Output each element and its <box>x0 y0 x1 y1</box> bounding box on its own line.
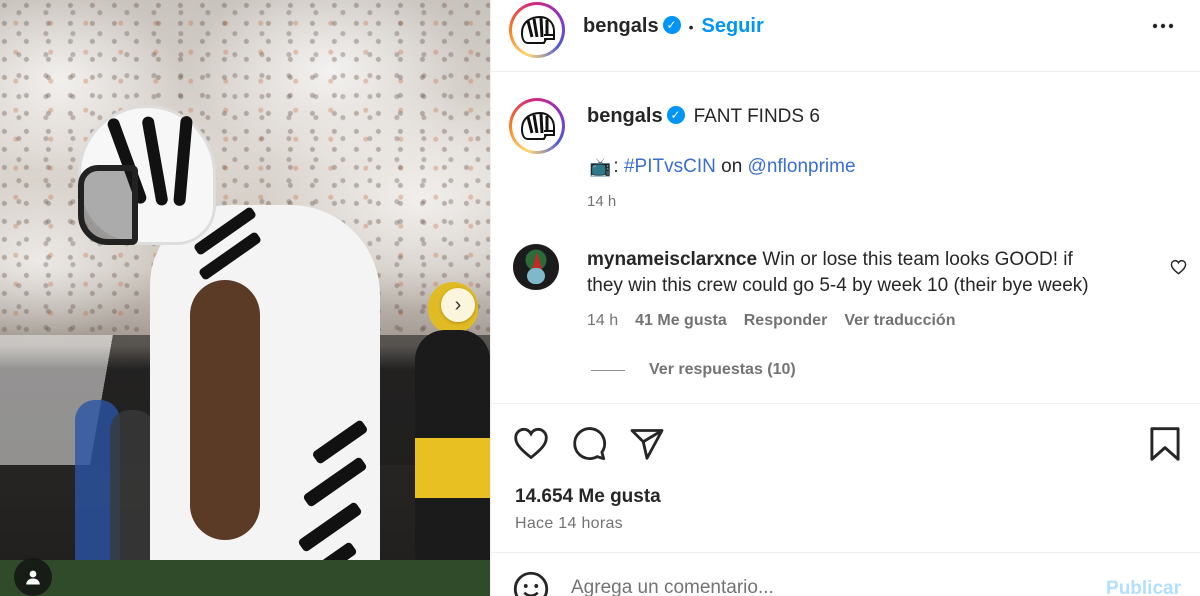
commenter-username[interactable]: mynameisclarxnce <box>587 249 757 270</box>
bengals-helmet-logo-icon <box>520 15 555 44</box>
caption-colon: : <box>613 156 619 177</box>
hashtag-link[interactable]: #PITvsCIN <box>624 156 716 178</box>
save-bookmark-icon[interactable] <box>1149 426 1181 462</box>
tv-icon: 📺 <box>589 156 612 177</box>
post-actions: 14.654 Me gusta Hace 14 horas <box>491 403 1200 553</box>
add-comment-bar: Publicar <box>491 552 1200 596</box>
tagged-users-button[interactable] <box>14 558 52 596</box>
comment-like-heart-icon[interactable] <box>1170 259 1187 280</box>
caption-username[interactable]: bengals <box>587 105 663 128</box>
follow-button[interactable]: Seguir <box>701 15 763 38</box>
replies-divider <box>591 369 625 371</box>
header-user-line: bengals ✓ • Seguir <box>583 15 764 38</box>
dot-separator: • <box>688 18 694 35</box>
person-icon <box>26 570 40 585</box>
verified-badge-icon: ✓ <box>666 105 685 124</box>
bengals-helmet-logo-icon <box>520 111 555 140</box>
comment-timestamp[interactable]: 14 h <box>587 312 618 330</box>
post-timestamp[interactable]: Hace 14 horas <box>515 515 623 533</box>
chevron-right-icon: › <box>454 293 462 316</box>
comment-bubble-icon[interactable] <box>571 426 607 462</box>
caption-line: bengals ✓ FANT FINDS 6 <box>587 105 820 128</box>
see-translation-button[interactable]: Ver traducción <box>844 312 955 330</box>
header-username[interactable]: bengals <box>583 15 659 38</box>
player-facemask <box>78 165 138 245</box>
verified-badge-icon: ✓ <box>662 15 681 34</box>
reply-button[interactable]: Responder <box>744 312 828 330</box>
post-side-panel: bengals ✓ • Seguir bengals ✓ FANT FINDS … <box>490 0 1200 596</box>
more-options-icon[interactable] <box>1151 14 1175 44</box>
like-heart-icon[interactable] <box>513 426 549 462</box>
background-person <box>110 410 155 580</box>
post-header: bengals ✓ • Seguir <box>491 0 1200 72</box>
turf <box>0 560 490 596</box>
publish-button[interactable]: Publicar <box>1106 578 1181 596</box>
comment-likes-count[interactable]: 41 Me gusta <box>635 312 727 330</box>
comment-body: mynameisclarxnce Win or lose this team l… <box>587 247 1107 299</box>
comment-input[interactable] <box>571 575 1091 596</box>
caption-line-2: 📺 : #PITvsCIN on @nflonprime <box>589 156 856 178</box>
mention-link[interactable]: @nflonprime <box>748 156 856 178</box>
comment-meta: 14 h 41 Me gusta Responder Ver traducció… <box>587 312 955 330</box>
share-send-icon[interactable] <box>629 426 665 462</box>
caption-connector: on <box>721 156 743 177</box>
likes-count[interactable]: 14.654 Me gusta <box>515 486 661 508</box>
view-replies-button[interactable]: Ver respuestas (10) <box>591 361 796 379</box>
caption-timestamp[interactable]: 14 h <box>587 193 616 210</box>
player-jersey <box>150 205 380 596</box>
player-arm <box>190 280 260 540</box>
caption-text: FANT FINDS 6 <box>693 105 820 127</box>
avatar[interactable] <box>509 2 565 58</box>
carousel-next-button[interactable]: › <box>441 288 475 322</box>
action-icons <box>513 426 665 462</box>
post-media[interactable]: › <box>0 0 490 596</box>
emoji-icon[interactable] <box>513 571 549 596</box>
commenter-avatar[interactable] <box>513 244 559 290</box>
opponent-player <box>415 330 490 570</box>
caption-avatar[interactable] <box>509 98 565 154</box>
view-replies-label: Ver respuestas (10) <box>649 361 796 378</box>
